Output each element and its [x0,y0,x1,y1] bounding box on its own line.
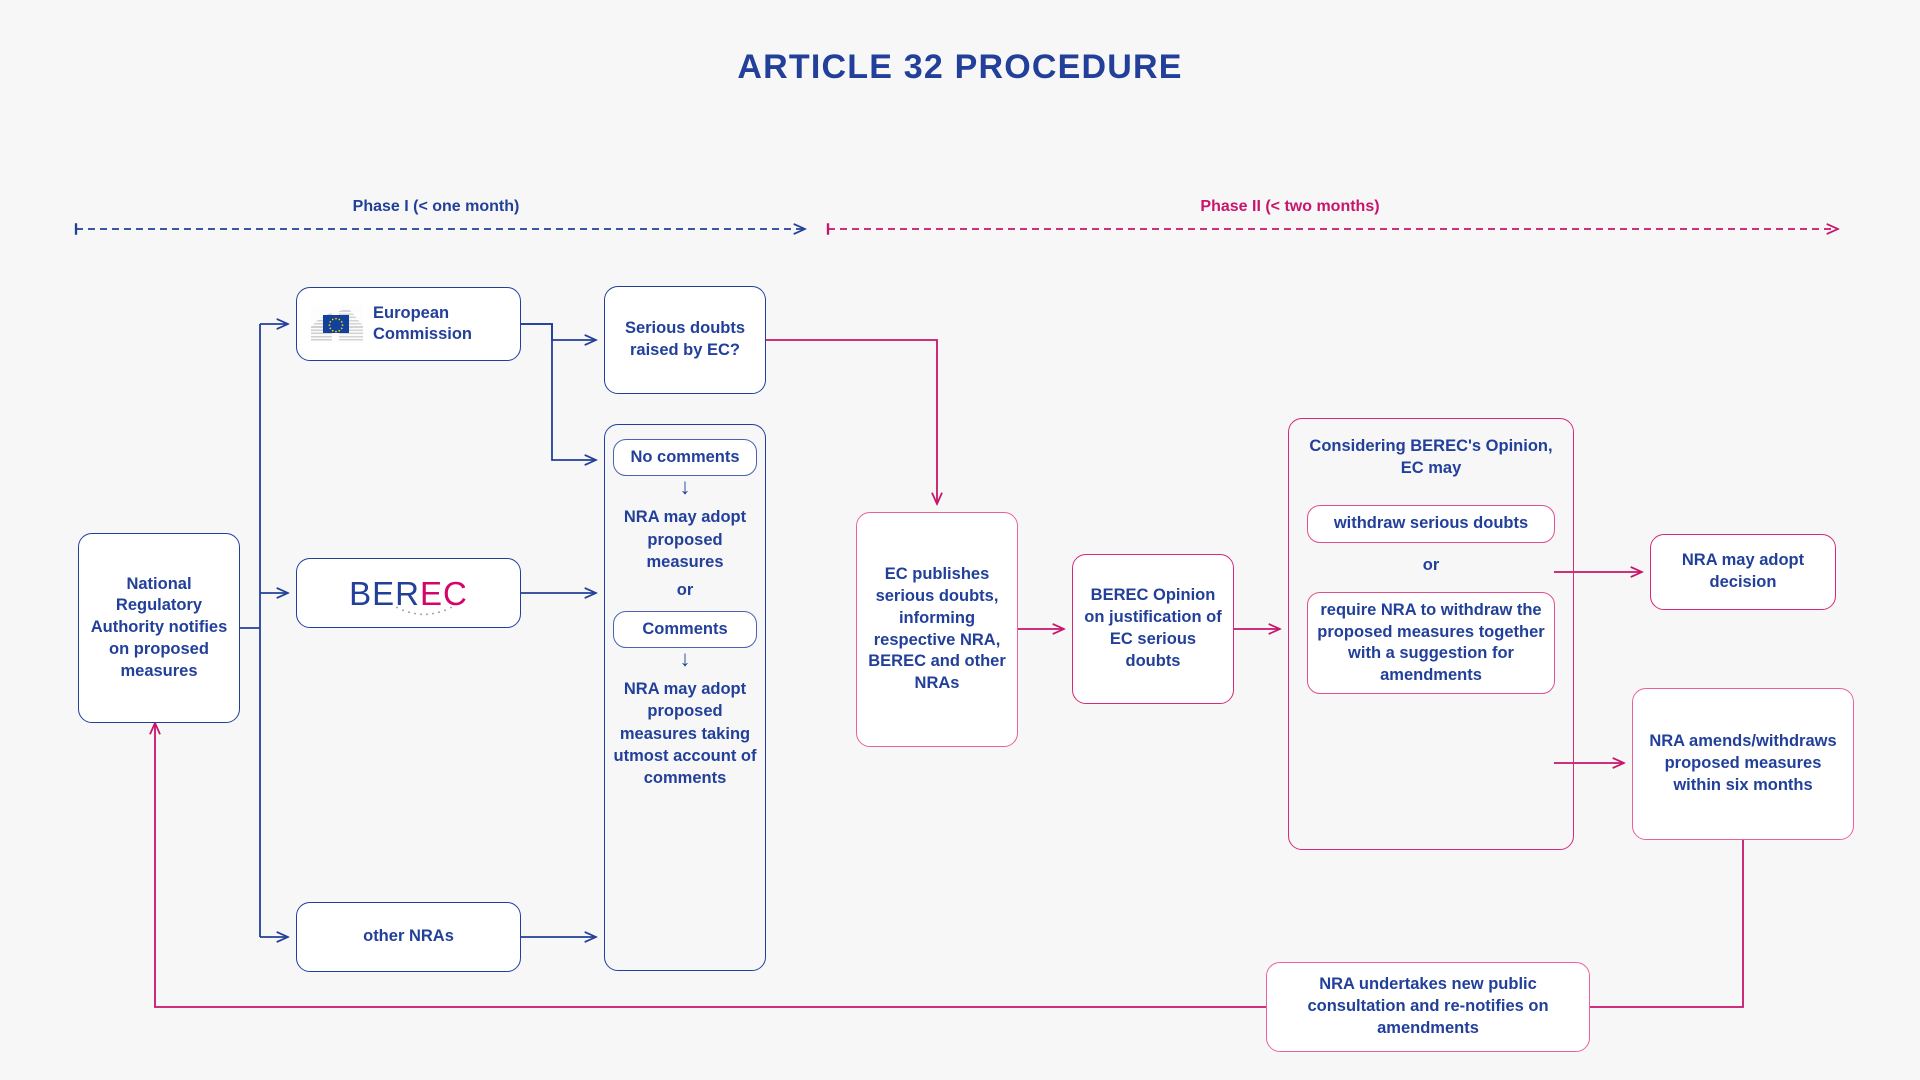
node-berec-opinion[interactable]: BEREC Opinion on justification of EC ser… [1072,554,1234,704]
group-considering-berec-opinion: Considering BEREC's Opinion, EC may with… [1288,418,1574,850]
node-nra-notifies[interactable]: National Regulatory Authority notifies o… [78,533,240,723]
berec-logo-icon: BEREC [349,577,468,615]
down-arrow-icon-1: ↓ [679,474,691,500]
node-no-comments[interactable]: No comments [613,439,757,477]
node-berec[interactable]: BEREC [296,558,521,628]
node-other-nras[interactable]: other NRAs [296,902,521,972]
text-nra-may-adopt-1: NRA may adopt proposed measures [623,508,747,571]
european-commission-logo-icon [311,305,363,343]
group-comments-outcomes: No comments ↓ NRA may adopt proposed mea… [604,424,766,971]
berec-logo-swoosh-icon [396,606,453,615]
node-serious-doubts-raised[interactable]: Serious doubts raised by EC? [604,286,766,394]
node-nra-undertakes-new-consultation[interactable]: NRA undertakes new public consultation a… [1266,962,1590,1052]
phase-1-label: Phase I (< one month) [352,198,520,215]
nra-fanout-connectors [240,324,288,937]
amends-to-rail [1590,840,1744,1008]
text-considering-head: Considering BEREC's Opinion, EC may [1309,437,1553,478]
european-commission-label: European Commission [373,304,473,343]
phase-2-label: Phase II (< two months) [1200,198,1380,215]
node-withdraw-serious-doubts[interactable]: withdraw serious doubts [1307,505,1555,543]
text-nra-may-adopt-2: NRA may adopt proposed measures taking u… [613,680,757,787]
text-or-1: or [676,580,694,599]
doubts-to-publishes [766,339,937,504]
text-or-2: or [1422,555,1440,574]
node-nra-amends-withdraws[interactable]: NRA amends/withdraws proposed measures w… [1632,688,1854,840]
node-european-commission[interactable]: European Commission [296,287,521,361]
page-title: ARTICLE 32 PROCEDURE [737,48,1183,86]
ec-to-comments [521,323,596,460]
node-nra-may-adopt-decision[interactable]: NRA may adopt decision [1650,534,1836,610]
ec-to-doubts [521,323,596,340]
article-32-procedure-diagram: ARTICLE 32 PROCEDURE Phase I (< one mont… [0,0,1920,1080]
node-ec-publishes-serious-doubts[interactable]: EC publishes serious doubts, informing r… [856,512,1018,747]
node-comments[interactable]: Comments [613,610,757,649]
down-arrow-icon-2: ↓ [679,646,691,672]
node-require-nra-withdraw[interactable]: require NRA to withdraw the proposed mea… [1307,592,1555,695]
